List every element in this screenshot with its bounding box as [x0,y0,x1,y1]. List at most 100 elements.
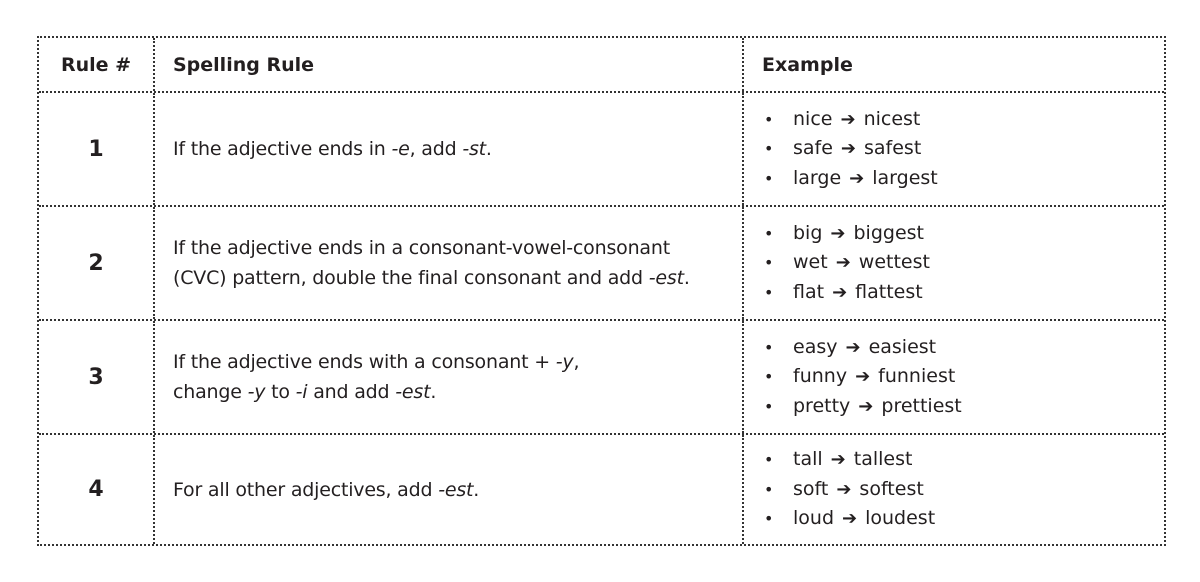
right-arrow-icon: ➔ [855,366,871,388]
examples-list: • big ➔ biggest • wet ➔ wettest • flat ➔ flattest [762,219,930,308]
example-item: • soft ➔ softest [762,475,935,505]
rule-number: 1 [88,136,104,162]
right-arrow-icon: ➔ [836,478,852,500]
rule-text: , add [409,138,463,160]
table-row: 1 If the adjective ends in -e, add -st. • n… [39,91,1164,205]
rule-description: If the adjective ends with a consonant +… [173,347,579,407]
example-superlative-word: safest [864,137,922,160]
right-arrow-icon: ➔ [840,108,856,130]
example-superlative-word: easiest [868,335,937,358]
example-base-word: wet [793,251,828,274]
right-arrow-icon: ➔ [832,281,848,303]
rule-suffix: -st [462,138,486,160]
example-superlative-word: tallest [853,448,913,471]
example-superlative-word: biggest [853,221,925,244]
table-row: 2 If the adjective ends in a consonant-vo… [39,205,1164,319]
right-arrow-icon: ➔ [830,222,846,244]
examples-list: • nice ➔ nicest • safe ➔ safest • large ➔ largest [762,105,938,194]
rule-text: change [173,381,248,403]
right-arrow-icon: ➔ [842,508,858,530]
rule-description: If the adjective ends in a consonant-vow… [173,233,690,293]
examples-list: • tall ➔ tallest • soft ➔ softest • loud ➔ loudest [762,445,935,534]
example-item: • nice ➔ nicest [762,105,938,135]
rule-suffix: -est [438,478,474,501]
rule-description-cell: If the adjective ends with a consonant +… [153,321,742,433]
rule-text: . [430,381,437,403]
rule-text: (CVC) pattern, double the final consonan… [173,267,649,289]
example-item: • wet ➔ wettest [762,248,930,278]
rule-suffix: -y [247,381,266,403]
rule-text: If the adjective ends in a consonant-vow… [173,237,670,259]
example-superlative-word: nicest [863,107,921,130]
rule-text: . [473,478,480,501]
rule-description-cell: For all other adjectives, add -est. [153,435,742,544]
bullet-icon: • [764,367,774,387]
rule-text: , [573,351,580,373]
header-example: Example [742,38,1164,91]
rule-text: . [485,138,492,160]
examples-cell: • easy ➔ easiest • funny ➔ funniest • pretty ➔ pret… [742,321,1164,433]
example-superlative-word: largest [872,166,938,189]
table-header-row: Rule # Spelling Rule Example [39,38,1164,91]
examples-list: • easy ➔ easiest • funny ➔ funniest • pretty ➔ pret… [762,333,962,422]
rule-number: 4 [88,477,104,502]
example-base-word: easy [793,335,838,358]
example-item: • pretty ➔ prettiest [762,392,962,422]
bullet-icon: • [764,109,774,129]
example-base-word: pretty [793,394,851,417]
rule-description-cell: If the adjective ends in a consonant-vow… [153,207,742,319]
header-spelling-rule: Spelling Rule [153,38,742,91]
bullet-icon: • [764,168,774,188]
example-base-word: large [793,166,842,189]
right-arrow-icon: ➔ [835,252,851,274]
bullet-icon: • [764,253,774,273]
rule-description: If the adjective ends in -e, add -st. [173,134,492,164]
example-item: • easy ➔ easiest [762,333,962,363]
example-base-word: big [793,221,823,244]
rule-suffix: -i [295,381,308,403]
rule-text: If the adjective ends in [173,138,392,160]
example-base-word: funny [793,365,848,388]
example-item: • safe ➔ safest [762,134,938,164]
rule-suffix: -est [395,381,431,403]
example-superlative-word: loudest [865,507,936,530]
bullet-icon: • [764,450,774,470]
example-item: • tall ➔ tallest [762,445,935,475]
bullet-icon: • [764,479,774,499]
right-arrow-icon: ➔ [845,336,861,358]
examples-cell: • tall ➔ tallest • soft ➔ softest • loud ➔ loudest [742,435,1164,544]
table-row: 3 If the adjective ends with a consonant … [39,319,1164,433]
examples-cell: • nice ➔ nicest • safe ➔ safest • large ➔ largest [742,93,1164,205]
right-arrow-icon: ➔ [858,395,874,417]
examples-cell: • big ➔ biggest • wet ➔ wettest • flat ➔ flattest [742,207,1164,319]
example-base-word: tall [793,448,823,471]
rule-suffix: -e [391,138,410,160]
bullet-icon: • [764,337,774,357]
example-item: • large ➔ largest [762,164,938,194]
example-base-word: soft [793,477,829,500]
example-superlative-word: flattest [855,280,923,303]
header-rule-number: Rule # [60,53,132,76]
example-item: • flat ➔ flattest [762,278,930,308]
example-superlative-word: softest [859,477,924,500]
right-arrow-icon: ➔ [830,449,846,471]
example-base-word: flat [793,280,825,303]
right-arrow-icon: ➔ [849,167,865,189]
rule-number: 3 [88,364,104,390]
bullet-icon: • [764,282,774,302]
example-item: • loud ➔ loudest [762,504,935,534]
rule-text: If the adjective ends with a consonant + [173,351,556,373]
rule-suffix: -y [555,351,574,373]
table-row: 4 For all other adjectives, add -est. • tal… [39,433,1164,544]
rule-text: For all other adjectives, add [173,478,439,501]
example-superlative-word: funniest [878,365,956,388]
example-item: • funny ➔ funniest [762,362,962,392]
right-arrow-icon: ➔ [840,138,857,160]
example-base-word: nice [793,107,833,130]
bullet-icon: • [764,223,774,243]
rule-number: 2 [88,250,104,276]
rule-suffix: -est [648,267,684,289]
example-superlative-word: prettiest [881,394,962,417]
example-base-word: safe [793,137,833,160]
bullet-icon: • [764,509,774,529]
